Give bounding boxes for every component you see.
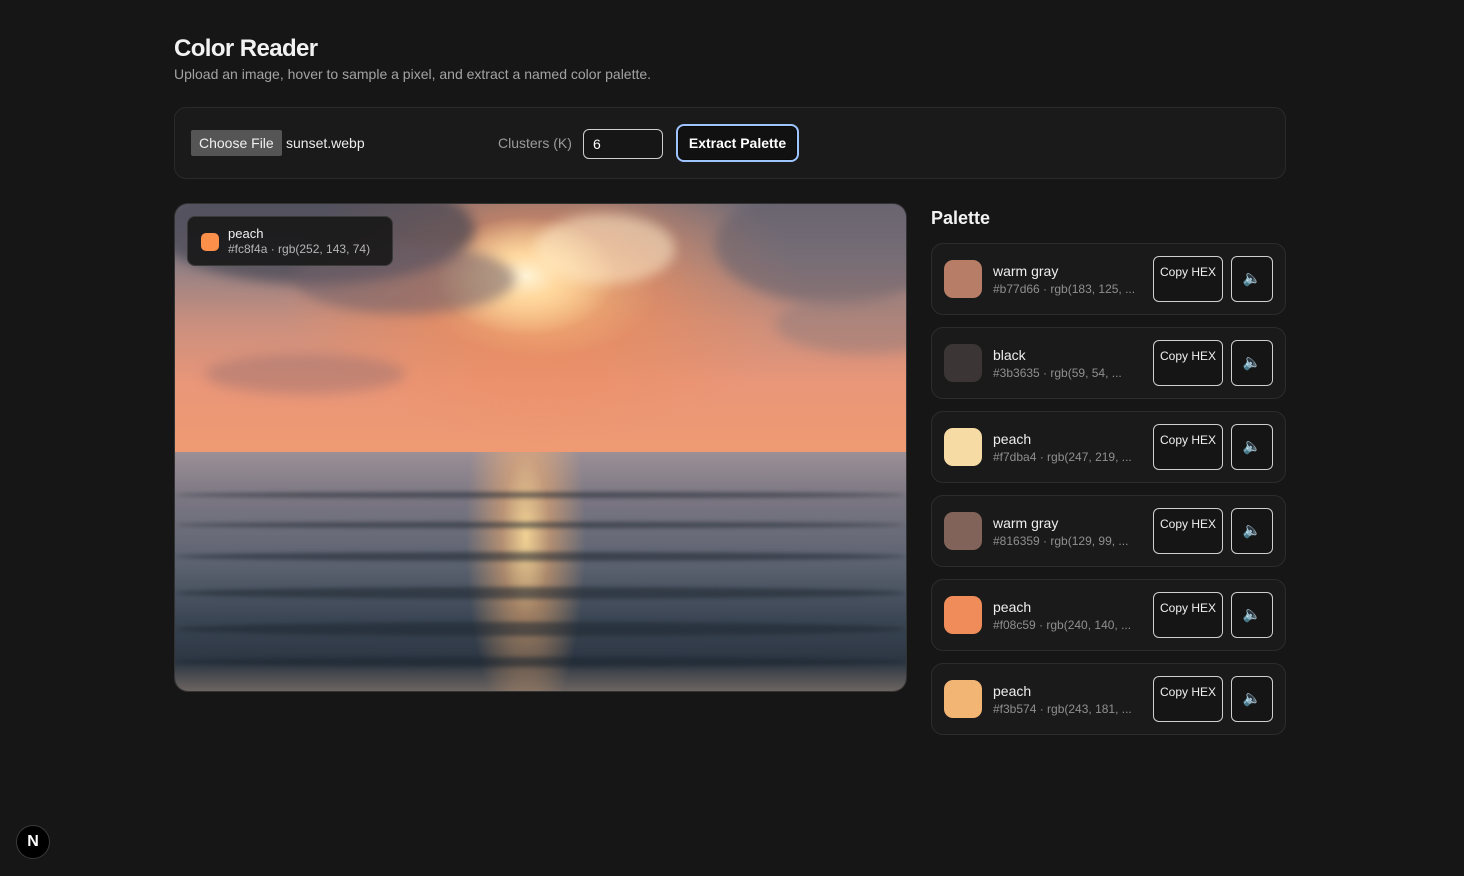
palette-item: peach #f3b574 · rgb(243, 181, ... Copy H… [931,663,1286,735]
palette-swatch [944,344,982,382]
palette-color-meta: #b77d66 · rgb(183, 125, ... [993,282,1136,296]
palette-swatch [944,260,982,298]
palette-color-name: warm gray [993,515,1059,531]
image-preview[interactable]: peach #fc8f4a · rgb(252, 143, 74) [174,203,907,692]
speaker-icon[interactable]: 🔈 [1231,340,1273,386]
palette-panel: Palette warm gray #b77d66 · rgb(183, 125… [931,203,1286,747]
sample-tooltip: peach #fc8f4a · rgb(252, 143, 74) [187,216,393,266]
speaker-icon[interactable]: 🔈 [1231,256,1273,302]
palette-color-meta: #f3b574 · rgb(243, 181, ... [993,702,1132,716]
clusters-label: Clusters (K) [498,135,572,151]
choose-file-button[interactable]: Choose File [191,130,282,156]
copy-hex-button[interactable]: Copy HEX [1153,592,1223,638]
speaker-icon[interactable]: 🔈 [1231,508,1273,554]
palette-item: black #3b3635 · rgb(59, 54, ... Copy HEX… [931,327,1286,399]
palette-item: peach #f7dba4 · rgb(247, 219, ... Copy H… [931,411,1286,483]
palette-color-meta: #f08c59 · rgb(240, 140, ... [993,618,1132,632]
sunset-image[interactable] [175,204,906,691]
palette-swatch [944,680,982,718]
controls-panel: Choose File sunset.webp Clusters (K) 6 E… [174,107,1286,179]
palette-color-meta: #816359 · rgb(129, 99, ... [993,534,1129,548]
copy-hex-button[interactable]: Copy HEX [1153,676,1223,722]
clusters-input[interactable]: 6 [583,129,663,159]
main-container: Color Reader Upload an image, hover to s… [174,34,1286,735]
copy-hex-button[interactable]: Copy HEX [1153,340,1223,386]
palette-color-meta: #f7dba4 · rgb(247, 219, ... [993,450,1132,464]
page-title: Color Reader [174,35,318,62]
copy-hex-button[interactable]: Copy HEX [1153,424,1223,470]
speaker-icon[interactable]: 🔈 [1231,676,1273,722]
palette-color-name: peach [993,599,1032,615]
extract-palette-button[interactable]: Extract Palette [676,124,799,162]
palette-swatch [944,596,982,634]
speaker-icon[interactable]: 🔈 [1231,592,1273,638]
palette-item: peach #f08c59 · rgb(240, 140, ... Copy H… [931,579,1286,651]
framework-badge[interactable]: N [16,825,50,859]
palette-color-name: peach [993,431,1032,447]
palette-color-name: black [993,347,1026,363]
palette-color-meta: #3b3635 · rgb(59, 54, ... [993,366,1122,380]
sample-color-name: peach [228,226,264,241]
sample-color-meta: #fc8f4a · rgb(252, 143, 74) [228,242,371,256]
copy-hex-button[interactable]: Copy HEX [1153,256,1223,302]
speaker-icon[interactable]: 🔈 [1231,424,1273,470]
sea-region [175,452,906,691]
palette-item: warm gray #b77d66 · rgb(183, 125, ... Co… [931,243,1286,315]
palette-title: Palette [931,208,991,228]
palette-item: warm gray #816359 · rgb(129, 99, ... Cop… [931,495,1286,567]
palette-color-name: warm gray [993,263,1059,279]
copy-hex-button[interactable]: Copy HEX [1153,508,1223,554]
file-name: sunset.webp [286,135,365,151]
page-subtitle: Upload an image, hover to sample a pixel… [174,66,652,82]
palette-swatch [944,512,982,550]
palette-swatch [944,428,982,466]
palette-color-name: peach [993,683,1032,699]
sample-swatch [201,233,219,251]
